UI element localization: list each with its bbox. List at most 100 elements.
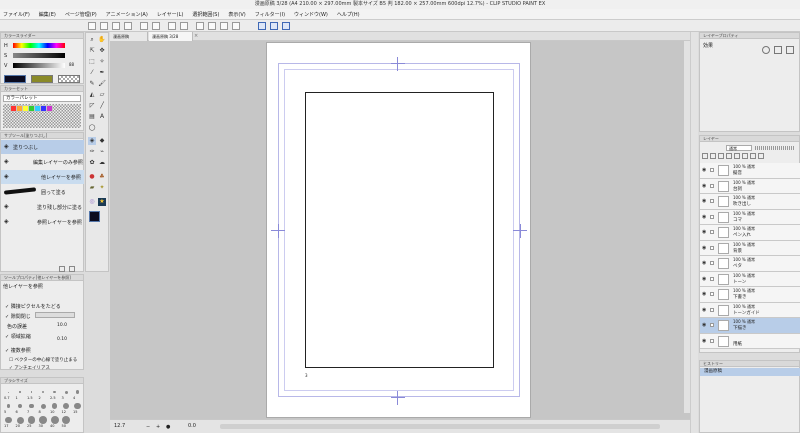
- layer-color-toggle-icon[interactable]: [758, 153, 764, 159]
- hue-slider[interactable]: [13, 43, 65, 48]
- rotation-value[interactable]: 0.0: [188, 423, 196, 429]
- palette-swatch-blue[interactable]: [41, 106, 46, 111]
- palette-swatch-magenta[interactable]: [47, 106, 52, 111]
- snap-special-ruler-icon[interactable]: [270, 22, 278, 30]
- liquify-icon[interactable]: ◎: [88, 198, 96, 206]
- tolerance-value[interactable]: 10.0: [57, 323, 67, 328]
- eye-icon[interactable]: ◉: [702, 229, 706, 235]
- brush-size-cell[interactable]: 6: [15, 402, 26, 415]
- layer-row[interactable]: ◉ 100 % 通常 吹き出し: [700, 194, 800, 210]
- zoom-in-icon[interactable]: +: [156, 424, 160, 430]
- right-dock-handle[interactable]: [690, 32, 698, 433]
- layer-row[interactable]: ◉ 100 % 通常 コマ: [700, 209, 800, 225]
- menu-selection[interactable]: 選択範囲(S): [192, 11, 219, 18]
- brush-size-cell[interactable]: 3: [61, 388, 72, 401]
- brush-size-cell[interactable]: 10: [49, 402, 60, 415]
- layer-name[interactable]: ペン入れ: [733, 232, 751, 238]
- move-icon[interactable]: ✥: [98, 47, 106, 55]
- layer-name[interactable]: トーンガイド: [733, 310, 760, 316]
- layer-name[interactable]: 下描き: [733, 325, 747, 331]
- eye-icon[interactable]: ◉: [702, 307, 706, 313]
- tab-manuscript[interactable]: 漫画原稿: [110, 32, 148, 41]
- eye-icon[interactable]: ◉: [702, 183, 706, 189]
- menu-page[interactable]: ページ管理(P): [65, 11, 97, 18]
- layer-select-checkbox[interactable]: [710, 214, 714, 219]
- brush-size-cell[interactable]: 7: [26, 402, 37, 415]
- layer-select-checkbox[interactable]: [710, 338, 714, 343]
- brush-size-cell[interactable]: 8: [38, 402, 49, 415]
- copy-subtool-icon[interactable]: [59, 266, 65, 272]
- eye-icon[interactable]: ◉: [702, 260, 706, 266]
- prop-multi-refer[interactable]: ✓ 複数参照: [5, 347, 31, 354]
- frame-border-icon[interactable]: ▤: [88, 113, 96, 121]
- menu-layer[interactable]: レイヤー(L): [157, 11, 184, 18]
- sub-color-swatch[interactable]: [31, 75, 53, 83]
- select-layer-icon[interactable]: ⇱: [88, 47, 96, 55]
- brush-size-cell[interactable]: 4: [72, 388, 83, 401]
- layer-row[interactable]: ◉ 100 % 通常 ペン入れ: [700, 225, 800, 241]
- menu-file[interactable]: ファイル(F): [3, 11, 30, 18]
- text-icon[interactable]: A: [98, 113, 106, 121]
- canvas-area[interactable]: 3: [110, 41, 690, 419]
- prop-vector-center[interactable]: ☐ ベクターの中心線で塗り止まる: [9, 357, 77, 363]
- layer-row[interactable]: ◉ 用紙: [700, 333, 800, 349]
- layer-row[interactable]: ◉ 100 % 通常 背景: [700, 240, 800, 256]
- layer-select-checkbox[interactable]: [710, 199, 714, 203]
- layer-select-checkbox[interactable]: [710, 168, 714, 172]
- brush-size-cell[interactable]: 20: [15, 416, 26, 429]
- layer-name[interactable]: ベタ: [733, 263, 742, 269]
- clear-icon[interactable]: [168, 22, 176, 30]
- menu-help[interactable]: ヘルプ(H): [337, 11, 360, 18]
- pencil-icon[interactable]: ✎: [88, 80, 96, 88]
- layer-select-checkbox[interactable]: [710, 276, 714, 281]
- layer-row[interactable]: ◉ 100 % 通常 下書き: [700, 287, 800, 303]
- subtool-fill-selected[interactable]: ◈ 塗りつぶし: [1, 140, 84, 154]
- horizontal-scrollbar[interactable]: [220, 424, 660, 429]
- draft-layer-icon[interactable]: [718, 153, 724, 159]
- main-color-chip[interactable]: [89, 211, 100, 222]
- reference-layer-icon[interactable]: [710, 153, 716, 159]
- layer-select-checkbox[interactable]: [710, 261, 714, 265]
- brush-size-grid[interactable]: 0.7 1 1.5 2 2.5 3 4 5 6 7 8 10 12 15 17 20 25 30 40 50: [1, 388, 85, 432]
- snap-grid-icon[interactable]: [282, 22, 290, 30]
- balloon-icon[interactable]: ◯: [88, 124, 96, 132]
- zoom-icon[interactable]: ⌕: [88, 36, 96, 44]
- brush-size-cell[interactable]: 15: [72, 402, 83, 415]
- brush-size-cell[interactable]: 25: [26, 416, 37, 429]
- zoom-slider-knob[interactable]: ●: [166, 424, 170, 430]
- palette-swatch-green[interactable]: [29, 106, 34, 111]
- transparent-color-swatch[interactable]: [58, 75, 80, 83]
- brush-size-cell[interactable]: 12: [61, 402, 72, 415]
- eye-icon[interactable]: ◉: [702, 245, 706, 251]
- layer-select-checkbox[interactable]: [710, 230, 714, 234]
- layer-row[interactable]: ◉ 100 % 通常 擬音: [700, 163, 800, 179]
- correct-line-icon[interactable]: ⌁: [98, 148, 106, 156]
- brush-size-cell[interactable]: 2.5: [49, 388, 60, 401]
- brush-size-cell[interactable]: 40: [49, 416, 60, 429]
- 3d-icon[interactable]: ●: [88, 173, 96, 181]
- subtool-refer-other-layers[interactable]: ◈ 他レイヤーを参照: [1, 170, 84, 184]
- layer-row[interactable]: ◉ 100 % 通常 台詞: [700, 178, 800, 194]
- fill-selection-icon[interactable]: [180, 22, 188, 30]
- brush-size-cell[interactable]: 0.7: [3, 388, 14, 401]
- blend-mode-select[interactable]: 通常: [726, 145, 752, 151]
- eye-icon[interactable]: ◉: [702, 322, 706, 328]
- layer-row[interactable]: ◉ 100 % 通常 トーン: [700, 271, 800, 287]
- layer-select-checkbox[interactable]: [710, 323, 714, 327]
- hand-icon[interactable]: ✋: [98, 36, 106, 44]
- brush-size-cell[interactable]: 2: [38, 388, 49, 401]
- transform-icon[interactable]: [196, 22, 204, 30]
- layer-color-icon[interactable]: [786, 46, 794, 54]
- eye-icon[interactable]: ◉: [702, 276, 706, 282]
- invert-selection-icon[interactable]: [220, 22, 228, 30]
- marquee-icon[interactable]: ⬚: [88, 58, 96, 66]
- subtool-fill-gaps[interactable]: ◈ 塗り残し部分に塗る: [1, 200, 84, 214]
- layer-name[interactable]: 台詞: [733, 186, 742, 192]
- zoom-value[interactable]: 12.7: [114, 423, 125, 429]
- layer-select-checkbox[interactable]: [710, 245, 714, 250]
- prop-contiguous[interactable]: ✓ 隣接ピクセルをたどる: [5, 303, 61, 310]
- ruler-icon[interactable]: ╱: [98, 102, 106, 110]
- decoration-icon[interactable]: ✿: [88, 159, 96, 167]
- brush-size-cell[interactable]: 1.5: [26, 388, 37, 401]
- palette-select[interactable]: カラーパレット: [3, 95, 81, 102]
